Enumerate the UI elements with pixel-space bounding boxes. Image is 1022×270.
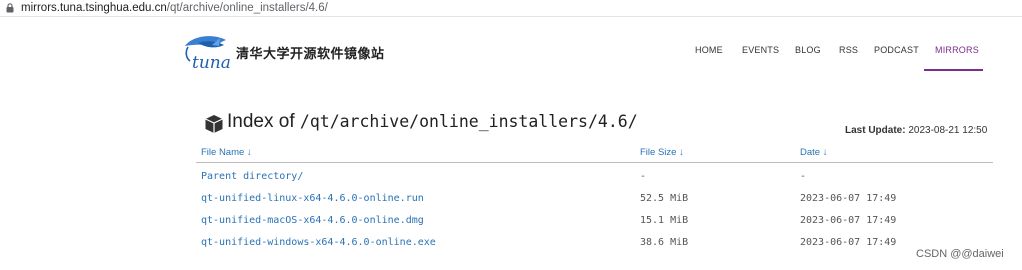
url-path: /qt/archive/online_installers/4.6/ — [166, 2, 328, 14]
index-title-path: /qt/archive/online_installers/4.6/ — [299, 112, 638, 131]
table-row: Parent directory/ - - — [196, 167, 993, 189]
sort-file-name[interactable]: File Name ↓ — [201, 147, 252, 158]
logo-text: tuna — [192, 53, 231, 72]
nav-mirrors[interactable]: MIRRORS — [935, 45, 979, 59]
nav-podcast[interactable]: PODCAST — [874, 45, 919, 59]
file-date: 2023-06-07 17:49 — [800, 215, 897, 226]
nav-rss[interactable]: RSS — [839, 45, 858, 59]
file-link[interactable]: Parent directory/ — [201, 171, 303, 182]
tuna-logo[interactable]: tuna — [182, 34, 234, 72]
file-link[interactable]: qt-unified-macOS-x64-4.6.0-online.dmg — [201, 215, 424, 226]
file-link[interactable]: qt-unified-linux-x64-4.6.0-online.run — [201, 193, 424, 204]
index-title-prefix: Index of — [227, 111, 295, 132]
sort-file-size[interactable]: File Size ↓ — [640, 147, 684, 158]
url-host: mirrors.tuna.tsinghua.edu.cn — [21, 2, 167, 14]
site-title[interactable]: 清华大学开源软件镜像站 — [236, 43, 385, 62]
table-row: qt-unified-linux-x64-4.6.0-online.run 52… — [196, 189, 993, 211]
url-text[interactable]: mirrors.tuna.tsinghua.edu.cn/qt/archive/… — [21, 1, 328, 15]
nav-blog[interactable]: BLOG — [795, 45, 821, 59]
file-size: 15.1 MiB — [640, 215, 689, 226]
file-link[interactable]: qt-unified-windows-x64-4.6.0-online.exe — [201, 237, 436, 248]
file-date: 2023-06-07 17:49 — [800, 193, 897, 204]
last-update-value: 2023-08-21 12:50 — [908, 125, 988, 136]
nav-events[interactable]: EVENTS — [742, 45, 779, 59]
watermark: CSDN @@daiwei — [916, 248, 1004, 260]
box-icon — [205, 115, 223, 133]
last-update: Last Update: 2023-08-21 12:50 — [845, 125, 987, 136]
table-row: qt-unified-macOS-x64-4.6.0-online.dmg 15… — [196, 211, 993, 233]
page-title: Index of /qt/archive/online_installers/4… — [227, 111, 638, 133]
table-header: File Name ↓ File Size ↓ Date ↓ — [196, 143, 993, 163]
sort-date[interactable]: Date ↓ — [800, 147, 827, 158]
file-date: - — [800, 171, 807, 182]
file-size: 38.6 MiB — [640, 237, 689, 248]
file-size: 52.5 MiB — [640, 193, 689, 204]
file-date: 2023-06-07 17:49 — [800, 237, 897, 248]
last-update-label: Last Update: — [845, 125, 906, 136]
table-row: qt-unified-windows-x64-4.6.0-online.exe … — [196, 233, 993, 255]
nav-active-indicator — [924, 69, 983, 71]
address-bar[interactable]: mirrors.tuna.tsinghua.edu.cn/qt/archive/… — [0, 0, 1022, 17]
file-size: - — [640, 171, 647, 182]
lock-icon — [6, 3, 14, 13]
nav-home[interactable]: HOME — [695, 45, 723, 59]
